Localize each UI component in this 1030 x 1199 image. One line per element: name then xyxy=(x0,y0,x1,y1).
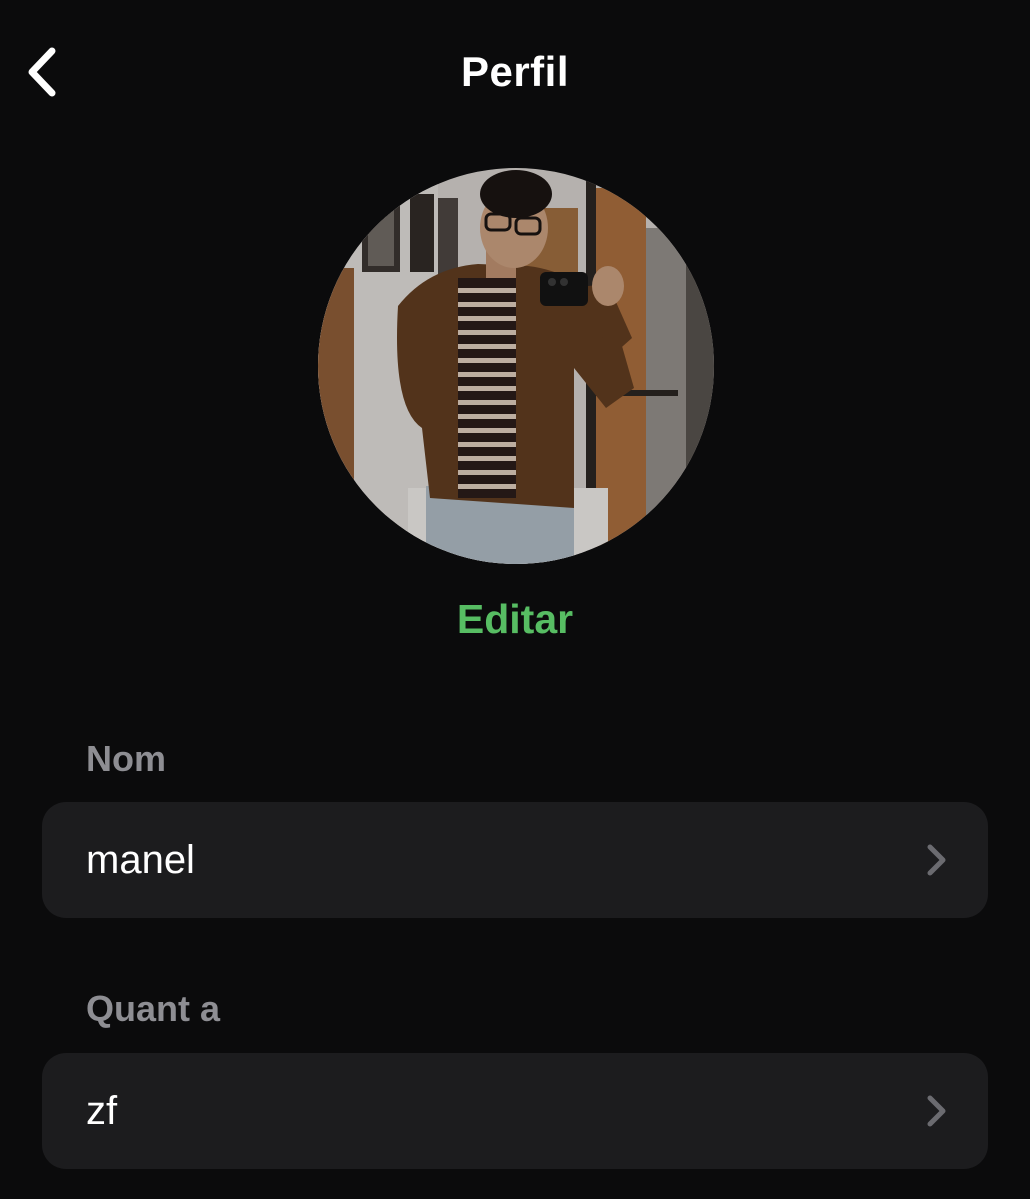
avatar[interactable] xyxy=(318,168,714,564)
profile-photo xyxy=(318,168,714,564)
about-field-row[interactable]: zf xyxy=(42,1053,988,1169)
chevron-right-icon xyxy=(924,1093,948,1129)
name-field-value: manel xyxy=(86,837,195,882)
name-section-label: Nom xyxy=(86,738,166,779)
page-title: Perfil xyxy=(460,48,570,95)
about-section-label: Quant a xyxy=(86,988,221,1029)
edit-photo-link[interactable]: Editar xyxy=(0,596,1030,643)
about-field-value: zf xyxy=(86,1088,118,1133)
chevron-right-icon xyxy=(924,842,948,878)
name-field-row[interactable]: manel xyxy=(42,802,988,918)
